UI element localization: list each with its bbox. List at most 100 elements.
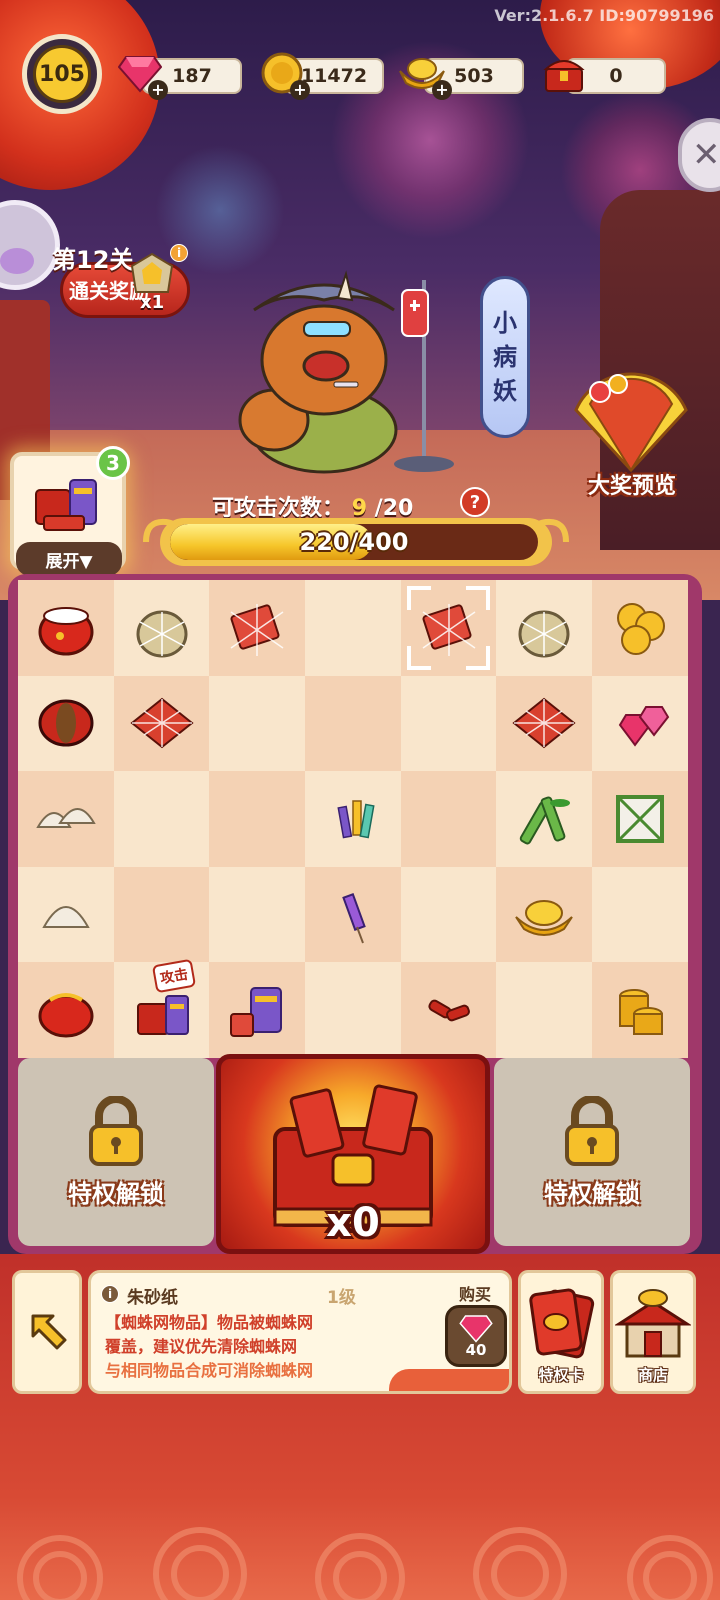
boss-name-char: 小 [493,309,517,337]
board-cell[interactable] [209,962,306,1058]
stage-info-icon[interactable]: i [170,244,188,262]
red-thread-spool-icon [38,699,94,747]
firework-rockets-icon [337,800,375,839]
chest-count: x0 [326,1200,380,1246]
player-level: 105 [33,45,91,103]
pink-gems-icon [618,706,670,748]
back-button[interactable] [12,1270,82,1394]
grand-prize-label: 大奖预览 [587,474,676,499]
selection-corner [466,645,491,670]
hp-text: 220/400 [299,528,409,556]
selection-corner [466,586,491,610]
board-cell[interactable] [400,580,497,676]
board-cell[interactable] [113,771,210,867]
board-cell[interactable] [209,771,306,867]
cloud-pattern [0,1478,720,1600]
webbed-red-paper-large-icon [512,698,576,749]
help-button[interactable]: ? [460,487,490,517]
bamboo-icon [520,796,571,845]
red-fur-coat-icon [38,606,94,656]
selection-corner [406,586,431,610]
buy-button[interactable]: 40 [445,1305,507,1367]
board-cell[interactable] [496,675,593,772]
board-cell[interactable] [113,866,210,963]
shop-icon [615,1289,691,1358]
webbed-red-paper-icon [230,603,284,656]
coin-stack-icon [618,989,663,1036]
collection-count-badge: 3 [96,446,130,480]
locked-slot-right[interactable]: 特权解锁 [494,1058,690,1246]
board-cell[interactable] [592,866,688,963]
board-cell[interactable] [113,675,210,772]
board-cell[interactable] [113,580,210,676]
expand-button[interactable]: 展开▼ [16,542,122,576]
version-text: Ver:2.1.6.7 ID:90799196 [494,6,714,25]
board-cell[interactable] [18,962,114,1058]
item-info-icon: i [101,1285,119,1303]
board-cell[interactable] [209,675,306,772]
gold-ingot-icon [515,899,574,936]
boss-name-tag: 小 病 妖 [480,276,530,438]
item-info-card: i 朱砂纸 1级 【蜘蛛网物品】物品被蜘蛛网 覆盖，建议优先清除蜘蛛网 与相同物… [88,1270,512,1394]
shop-button[interactable]: 商店 [610,1270,696,1394]
locked-slot-label: 特权解锁 [68,1179,164,1208]
pet-avatar-icon [0,248,34,274]
item-desc-line: 【蜘蛛网物品】物品被蜘蛛网 [105,1313,314,1332]
webbed-bag-icon [136,610,188,658]
item-desc-line: 与相同物品合成可消除蜘蛛网 [105,1361,314,1380]
boss-name-char: 妖 [493,377,517,405]
board-cell[interactable] [305,771,401,867]
board-cell[interactable] [209,580,306,676]
boss-name-char: 病 [493,343,517,371]
board-cell[interactable] [305,866,401,963]
board-cell[interactable] [400,962,497,1058]
chest-icon [540,50,588,96]
board-cell[interactable] [18,771,114,867]
add-ingots-button[interactable]: + [432,80,452,100]
dumplings-pair-icon [36,808,96,828]
arrow-up-left-icon [31,1314,67,1350]
webbed-bag-icon [518,610,570,658]
board-cell[interactable] [496,771,593,867]
item-description: 【蜘蛛网物品】物品被蜘蛛网 覆盖，建议优先清除蜘蛛网 与相同物品合成可消除蜘蛛网 [105,1311,425,1383]
board-cell[interactable] [305,580,401,676]
buy-label: 购买 [459,1285,492,1304]
lock-icon [565,1095,619,1166]
shop-label: 商店 [637,1366,668,1384]
lock-icon [89,1095,143,1166]
player-level-badge[interactable]: 105 [22,34,102,114]
board-cell[interactable] [305,675,401,772]
board-cell[interactable] [496,962,593,1058]
merge-board [18,580,688,1058]
board-cell[interactable] [400,771,497,867]
firework-box-icon [230,987,283,1038]
firecrackers-icon [428,999,470,1022]
locked-slot-left[interactable]: 特权解锁 [18,1058,214,1246]
board-cell[interactable] [496,866,593,963]
board-cell[interactable] [592,675,688,772]
webbed-red-paper-large-icon [129,698,194,749]
item-name: 朱砂纸 [127,1288,178,1308]
board-cell[interactable] [305,962,401,1058]
board-cell[interactable] [400,675,497,772]
board-cell[interactable] [496,580,593,676]
card-corner-decoration [389,1369,509,1391]
locked-slot-label: 特权解锁 [544,1179,640,1208]
stage-reward-count: x1 [140,292,165,313]
boss-character[interactable] [214,270,494,480]
board-cell[interactable] [592,580,688,676]
board-cell[interactable] [18,866,114,963]
add-gems-button[interactable]: + [148,80,168,100]
add-coins-button[interactable]: + [290,80,310,100]
gem-icon [459,1315,493,1343]
board-cell[interactable] [209,866,306,963]
privilege-card-icon [529,1288,595,1359]
board-cell[interactable] [592,771,688,867]
board-cell[interactable] [18,675,114,772]
board-cell[interactable] [592,962,688,1058]
board-cell[interactable] [400,866,497,963]
board-cell[interactable] [18,580,114,676]
item-level: 1级 [327,1288,356,1308]
red-coat-bundle-icon [38,993,94,1038]
privilege-card-button[interactable]: 特权卡 [518,1270,604,1394]
